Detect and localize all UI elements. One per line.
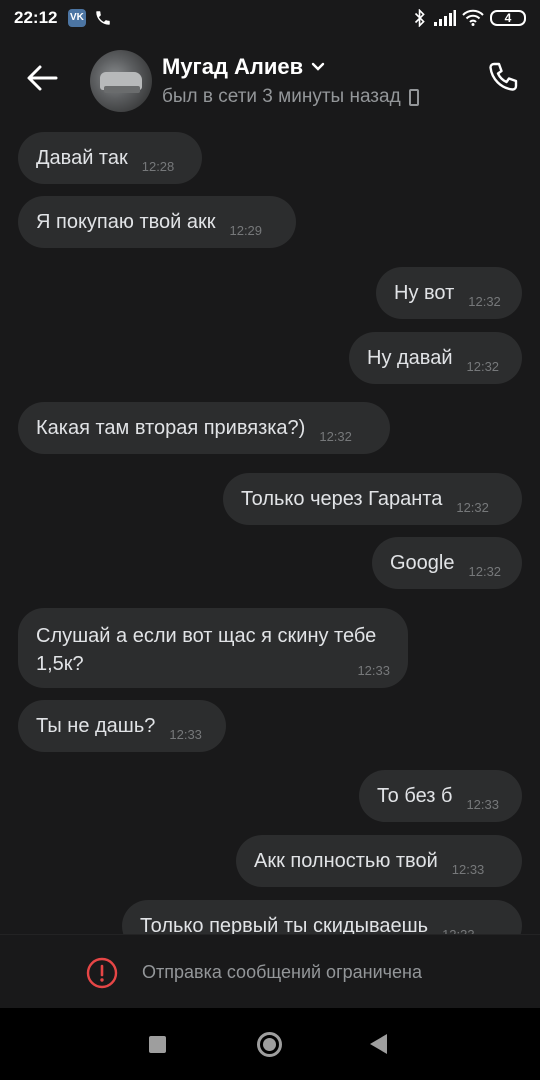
message-time: 12:32 [319,428,352,444]
home-circle-icon[interactable] [257,1032,282,1057]
message-text: Давай так [36,147,128,169]
message-text: Ну вот [394,282,455,304]
vk-icon: VK [68,9,86,27]
chevron-down-icon [311,62,325,71]
outgoing-message[interactable]: Ну вот 12:32 [376,267,522,319]
message-time: 12:32 [456,499,489,515]
signal-icon [434,10,456,26]
recents-square-icon[interactable] [149,1036,166,1053]
message-list[interactable]: Давай так 12:28 Я покупаю твой акк 12:29 Ну … [0,120,540,934]
message-time: 12:33 [169,726,202,742]
battery-icon: 4 [490,10,526,26]
message-time: 12:33 [442,926,475,935]
wifi-icon [462,9,484,26]
phone-call-icon[interactable] [484,60,520,96]
avatar[interactable] [90,50,152,112]
system-nav-bar [0,1008,540,1080]
outgoing-message[interactable]: Только через Гаранта 12:32 [223,473,522,525]
bluetooth-icon [414,9,425,27]
message-text: Google [390,552,455,574]
message-time: 12:33 [451,861,485,877]
phone-icon [96,11,110,25]
message-text: Какая там вторая привязка?) [36,417,306,439]
message-time: 12:33 [466,796,499,812]
mobile-device-icon [408,88,419,106]
incoming-message[interactable]: Какая там вторая привязка?) 12:32 [18,402,390,454]
message-time: 12:29 [229,222,263,238]
alert-circle-icon [86,957,118,989]
message-text: То без б [377,785,453,807]
message-time: 12:28 [141,158,175,174]
outgoing-message[interactable]: Google 12:32 [372,537,522,589]
restriction-banner: Отправка сообщений ограничена [0,934,540,1008]
incoming-message[interactable]: Давай так 12:28 [18,132,202,184]
avatar-car-bumper [104,86,140,93]
message-time: 12:32 [468,293,501,309]
outgoing-message[interactable]: Ну давай 12:32 [349,332,522,384]
message-text: Я покупаю твой акк [36,211,216,233]
back-arrow-icon[interactable] [22,60,62,96]
contact-name-row[interactable]: Мугад Алиев [162,54,325,80]
contact-status-text: был в сети 3 минуты назад [162,86,401,107]
incoming-message[interactable]: Ты не дашь? 12:33 [18,700,226,752]
message-text: Слушай а если вот щас я скину тебе 1,5к? [36,625,377,675]
outgoing-message[interactable]: Акк полностью твой 12:33 [236,835,522,887]
message-time: 12:33 [357,663,390,678]
outgoing-message[interactable]: То без б 12:33 [359,770,522,822]
message-time: 12:32 [468,563,502,579]
back-triangle-icon[interactable] [370,1034,387,1054]
message-time: 12:32 [466,358,500,374]
message-text: Ну давай [367,347,453,369]
outgoing-message[interactable]: Только первый ты скидываешь 12:33 [122,900,522,934]
incoming-message[interactable]: Слушай а если вот щас я скину тебе 1,5к?… [18,608,408,688]
incoming-message[interactable]: Я покупаю твой акк 12:29 [18,196,296,248]
message-text: Только через Гаранта [241,488,443,510]
contact-status: был в сети 3 минуты назад [162,86,419,108]
message-text: Ты не дашь? [36,715,156,737]
restriction-text: Отправка сообщений ограничена [142,962,422,982]
status-bar: 22:12 VK 4 [0,0,540,36]
chat-header: Мугад Алиев был в сети 3 минуты назад [0,36,540,120]
contact-name: Мугад Алиев [162,54,304,79]
message-text: Акк полностью твой [254,850,438,872]
message-text: Только первый ты скидываешь [140,915,429,934]
status-time: 22:12 [14,8,58,27]
